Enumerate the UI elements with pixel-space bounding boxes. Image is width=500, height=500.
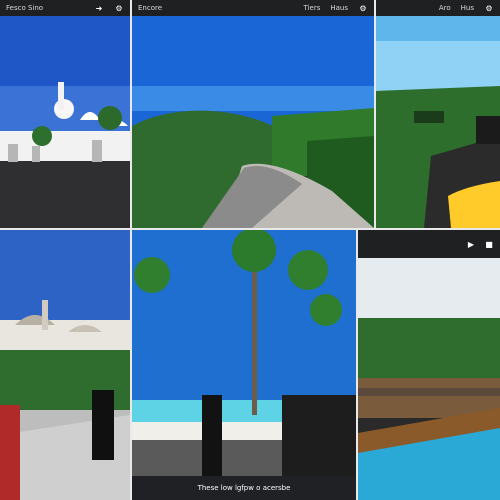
play-icon[interactable]: ▶: [466, 239, 476, 249]
tile-title: Encore: [138, 4, 163, 12]
photo-image: [132, 230, 356, 476]
tile-label: Aro: [438, 4, 451, 12]
stop-icon[interactable]: ■: [484, 239, 494, 249]
photo-tile-3[interactable]: Aro Hus ⚙: [376, 0, 500, 228]
tile-toolbar: Encore Tiers Haus ⚙: [132, 0, 374, 16]
photo-tile-6[interactable]: ▶ ■: [358, 230, 500, 500]
photo-image: [132, 16, 374, 228]
photo-tile-4[interactable]: [0, 230, 130, 500]
gear-icon[interactable]: ⚙: [358, 3, 368, 13]
tile-label: Hus: [460, 4, 474, 12]
photo-image: [358, 258, 500, 500]
gear-icon[interactable]: ⚙: [114, 3, 124, 13]
photo-image: [0, 16, 130, 228]
tile-toolbar: Fesco Sino ➜ ⚙: [0, 0, 130, 16]
tile-title: Fesco Sino: [6, 4, 44, 12]
caption-text: These low lgfpw o acersbe: [197, 484, 291, 492]
photo-image: [0, 230, 130, 500]
tile-label: Haus: [330, 4, 348, 12]
tile-toolbar: ▶ ■: [358, 230, 500, 258]
tile-label: Tiers: [303, 4, 321, 12]
photo-image: [376, 16, 500, 228]
arrow-icon[interactable]: ➜: [94, 3, 104, 13]
gear-icon[interactable]: ⚙: [484, 3, 494, 13]
tile-toolbar: Aro Hus ⚙: [376, 0, 500, 16]
photo-tile-2[interactable]: Encore Tiers Haus ⚙: [132, 0, 374, 228]
photo-tile-5[interactable]: These low lgfpw o acersbe: [132, 230, 356, 500]
tile-caption: These low lgfpw o acersbe: [132, 476, 356, 500]
photo-tile-1[interactable]: Fesco Sino ➜ ⚙: [0, 0, 130, 228]
